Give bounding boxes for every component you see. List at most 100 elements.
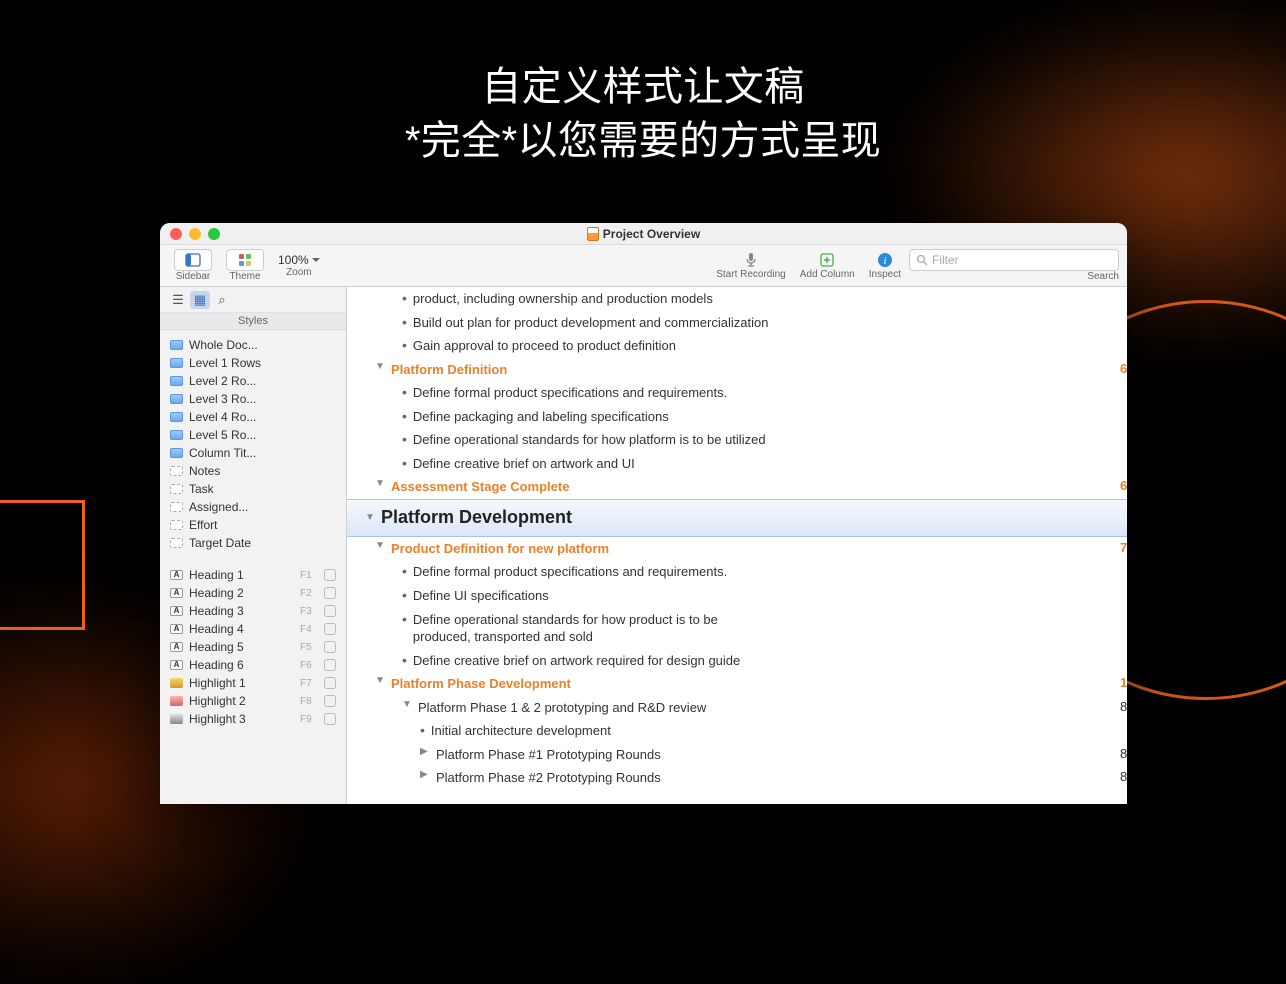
style-level-row[interactable]: Column Tit... [160,444,346,462]
outline-section[interactable]: ▼ Platform Development [347,499,1127,537]
style-checkbox[interactable] [324,623,336,635]
start-recording-button[interactable]: Start Recording [710,251,791,280]
outline-group[interactable]: ▼ Assessment Stage Complete 6/15/21 [347,475,1127,499]
bullet-icon: • [402,455,407,471]
sidebar-tab-search[interactable]: ⌕ [212,291,232,309]
group-title: Platform Definition [391,361,507,379]
outline-item[interactable]: ▶ Platform Phase #2 Prototyping Rounds 8… [347,766,1127,790]
disclosure-triangle-icon[interactable]: ▼ [375,540,385,551]
item-text: Gain approval to proceed to product defi… [413,337,676,355]
item-text: Define creative brief on artwork and UI [413,455,635,473]
group-date: 6/15/21 [1120,478,1127,493]
disclosure-triangle-icon[interactable]: ▼ [402,699,412,710]
style-named-row[interactable]: A Heading 4 F4 [160,620,346,638]
style-level-row[interactable]: Whole Doc... [160,336,346,354]
style-checkbox[interactable] [324,605,336,617]
disclosure-triangle-icon[interactable]: ▼ [375,361,385,372]
zoom-control[interactable]: 100% Zoom [272,253,326,278]
sidebar-tab-1[interactable]: ☰ [168,291,188,309]
disclosure-triangle-icon[interactable]: ▼ [375,478,385,489]
style-column-row[interactable]: Effort [160,516,346,534]
level-icon [170,430,183,440]
style-named-row[interactable]: A Heading 3 F3 [160,602,346,620]
style-shortcut: F6 [300,660,318,671]
style-column-row[interactable]: Notes [160,462,346,480]
style-column-row[interactable]: Task [160,480,346,498]
outline-item[interactable]: • Define creative brief on artwork and U… [347,452,1127,476]
style-named-row[interactable]: Highlight 1 F7 [160,674,346,692]
group-date: 7/27/21 [1120,540,1127,555]
outline-group[interactable]: ▼ Product Definition for new platform 7/… [347,537,1127,561]
style-named-row[interactable]: A Heading 6 F6 [160,656,346,674]
outline-group[interactable]: ▼ Platform Phase Development 11/1/21 [347,672,1127,696]
outline-item[interactable]: • Define operational standards for how p… [347,428,1127,452]
style-column-row[interactable]: Target Date [160,534,346,552]
zoom-value[interactable]: 100% [278,253,320,267]
style-label: Heading 6 [189,658,294,672]
item-date: 8/27/21 [1120,746,1127,761]
style-checkbox[interactable] [324,695,336,707]
outline-item[interactable]: • product, including ownership and produ… [347,287,1127,311]
style-checkbox[interactable] [324,713,336,725]
outline-item[interactable]: • Define UI specifications Blake Duncan [347,584,1127,608]
sidebar-label: Sidebar [176,271,210,282]
style-level-row[interactable]: Level 1 Rows [160,354,346,372]
filter-placeholder: Filter [932,253,959,267]
sidebar-tab-styles[interactable]: ▦ [190,291,210,309]
toolbar: Sidebar Theme 100% Zoom Start Recording … [160,245,1127,287]
search-icon [916,254,928,266]
style-checkbox[interactable] [324,569,336,581]
style-checkbox[interactable] [324,587,336,599]
disclosure-triangle-icon[interactable]: ▶ [420,769,430,780]
style-column-row[interactable]: Assigned... [160,498,346,516]
style-named-row[interactable]: Highlight 3 F9 [160,710,346,728]
outline-item[interactable]: • Gain approval to proceed to product de… [347,334,1127,358]
add-column-button[interactable]: Add Column [794,251,861,280]
style-level-row[interactable]: Level 4 Ro... [160,408,346,426]
item-date: 8/27/21 [1120,699,1127,714]
outline-group[interactable]: ▼ Platform Definition 6/15/21 [347,358,1127,382]
theme-button[interactable]: Theme [220,249,270,282]
style-named-row[interactable]: Highlight 2 F8 [160,692,346,710]
level-icon [170,448,183,458]
style-checkbox[interactable] [324,659,336,671]
style-level-row[interactable]: Level 5 Ro... [160,426,346,444]
outline-item[interactable]: ▼ Platform Phase 1 & 2 prototyping and R… [347,696,1127,720]
outline-item[interactable]: • Define packaging and labeling specific… [347,405,1127,429]
item-text: Define packaging and labeling specificat… [413,408,669,426]
outline-item[interactable]: • Build out plan for product development… [347,311,1127,335]
info-icon: i [876,251,894,269]
outline-item[interactable]: • Initial architecture development Keith… [347,719,1127,743]
named-style-icon: A [170,588,183,598]
style-checkbox[interactable] [324,677,336,689]
style-level-row[interactable]: Level 2 Ro... [160,372,346,390]
inspect-button[interactable]: i Inspect [863,251,907,280]
style-label: Column Tit... [189,446,336,460]
outline-item[interactable]: • Define formal product specifications a… [347,560,1127,584]
style-checkbox[interactable] [324,641,336,653]
titlebar: Project Overview [160,223,1127,245]
style-label: Level 2 Ro... [189,374,336,388]
svg-text:i: i [883,255,886,267]
style-named-row[interactable]: A Heading 1 F1 [160,566,346,584]
theme-label: Theme [229,271,260,282]
outline-item[interactable]: • Define formal product specifications a… [347,381,1127,405]
window-title-text: Project Overview [603,227,700,241]
outline-item[interactable]: ▶ Platform Phase #1 Prototyping Rounds 8… [347,743,1127,767]
start-recording-label: Start Recording [716,269,785,280]
named-style-icon: A [170,660,183,670]
section-title: Platform Development [381,507,572,528]
style-named-row[interactable]: A Heading 5 F5 [160,638,346,656]
disclosure-triangle-icon[interactable]: ▶ [420,746,430,757]
style-named-row[interactable]: A Heading 2 F2 [160,584,346,602]
disclosure-triangle-icon[interactable]: ▼ [365,512,375,523]
outline-item[interactable]: • Define operational standards for how p… [347,608,1127,649]
style-shortcut: F4 [300,624,318,635]
outline-view[interactable]: • product, including ownership and produ… [347,287,1127,804]
disclosure-triangle-icon[interactable]: ▼ [375,675,385,686]
outline-item[interactable]: • Define creative brief on artwork requi… [347,649,1127,673]
style-level-row[interactable]: Level 3 Ro... [160,390,346,408]
filter-input[interactable]: Filter [909,249,1119,271]
sidebar-toggle[interactable]: Sidebar [168,249,218,282]
style-label: Whole Doc... [189,338,336,352]
